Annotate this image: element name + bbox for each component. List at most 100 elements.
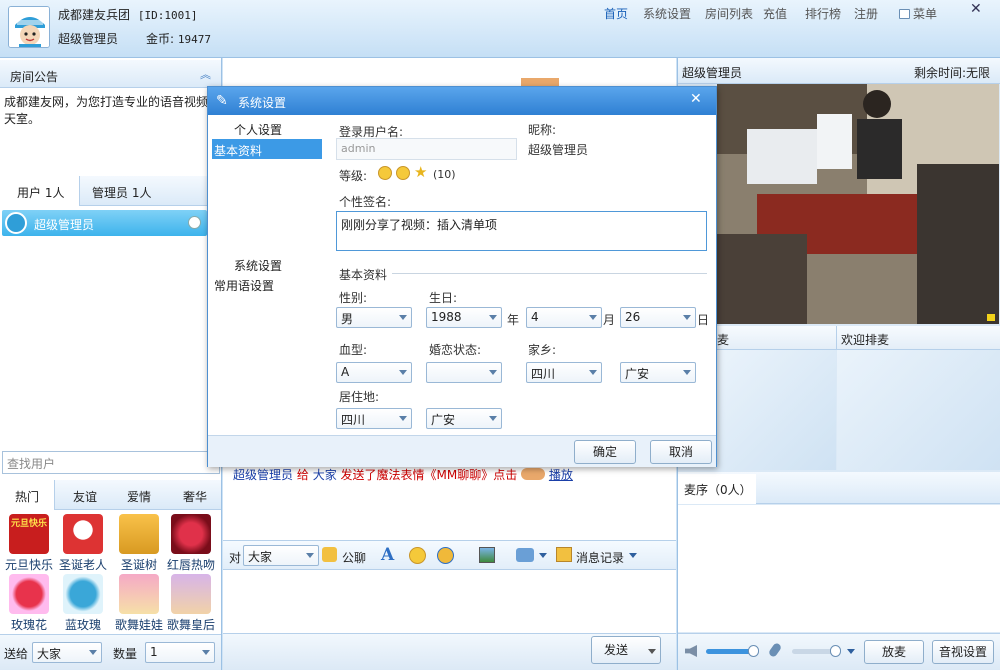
residence-province-select[interactable]: 四川 [336, 408, 412, 429]
tab-friendship[interactable]: 友谊 [73, 488, 97, 505]
video-user-name: 超级管理员 [682, 66, 743, 80]
side-item-basic-info[interactable]: 基本资料 [212, 139, 322, 159]
nav-system-settings[interactable]: 系统设置 [643, 5, 691, 22]
signature-input[interactable]: 刚刚分享了视频：插入清单项 [336, 211, 707, 251]
blood-type-value: A [341, 365, 350, 379]
speaker-icon[interactable] [685, 645, 697, 657]
mic-volume-handle[interactable] [830, 645, 841, 657]
level-star-icon: ★ [414, 163, 428, 181]
microphone-icon[interactable] [767, 641, 783, 659]
dialog-close-icon[interactable]: ✕ [690, 91, 702, 107]
magic-emote-icon[interactable] [437, 547, 454, 564]
nav-room-list[interactable]: 房间列表 [705, 5, 753, 22]
video-frame-image [717, 84, 999, 324]
close-icon[interactable]: ✕ [970, 1, 982, 17]
nick-label: 昵称: [528, 123, 557, 137]
history-dropdown-icon[interactable] [629, 553, 637, 558]
chat-bubble-icon[interactable] [516, 548, 534, 562]
birth-month-select[interactable]: 4 [526, 307, 602, 328]
birth-month-value: 4 [531, 310, 539, 324]
hometown-province-select[interactable]: 四川 [526, 362, 602, 383]
history-label[interactable]: 消息记录 [576, 549, 624, 566]
tab-users[interactable]: 用户 1人 [0, 176, 80, 206]
chat-target-select[interactable]: 大家 [243, 545, 319, 566]
wrench-icon: ✎ [216, 93, 228, 109]
queue-list [678, 505, 1000, 632]
basic-info-heading: 基本资料 [339, 268, 388, 282]
menu-button[interactable]: 菜单 [899, 5, 937, 22]
chat-action: 发送了魔法表情《MM聊聊》点击 [340, 468, 518, 482]
side-item-phrases[interactable]: 常用语设置 [214, 277, 274, 294]
top-bar: 成都建友兵团 [ID:1001] 超级管理员 金币: 19477 首页 系统设置… [0, 0, 1000, 58]
mic-slot [717, 350, 836, 470]
birth-year-value: 1988 [431, 310, 462, 324]
marital-select[interactable] [426, 362, 502, 383]
nav-register[interactable]: 注册 [854, 5, 878, 22]
search-user-input[interactable]: 查找用户 [2, 451, 220, 474]
ok-button[interactable]: 确定 [574, 440, 636, 464]
send-button[interactable]: 发送 [591, 636, 661, 664]
tab-love[interactable]: 爱情 [127, 488, 151, 505]
gift-santa-pic [63, 514, 103, 554]
message-input[interactable] [223, 571, 676, 633]
send-options-icon[interactable] [648, 649, 656, 654]
cancel-button[interactable]: 取消 [650, 440, 712, 464]
chevron-down-icon[interactable] [539, 553, 547, 558]
chat-from[interactable]: 超级管理员 [233, 468, 293, 482]
leave-mic-button[interactable]: 放麦 [864, 640, 924, 664]
tab-queue[interactable]: 麦序（0人） [678, 474, 756, 504]
image-icon[interactable] [479, 547, 495, 563]
dialog-title: 系统设置 [238, 96, 287, 110]
gift-dancing-queen[interactable]: 歌舞皇后 [166, 574, 216, 633]
gift-blue-rose[interactable]: 蓝玫瑰 [58, 574, 108, 633]
tab-users-label: 用户 1人 [17, 186, 65, 200]
qty-label: 数量 [113, 647, 138, 661]
gift-label: 圣诞老人 [58, 558, 107, 572]
public-chat-icon[interactable] [322, 547, 337, 562]
tab-hot[interactable]: 热门 [0, 480, 55, 510]
history-icon[interactable] [556, 547, 572, 562]
queue-header: 麦序（0人） [678, 472, 1000, 504]
gift-dancing-doll[interactable]: 歌舞娃娃 [114, 574, 164, 633]
gender-label: 性别: [339, 291, 368, 305]
user-title: 超级管理员 [58, 32, 119, 46]
blood-type-select[interactable]: A [336, 362, 412, 383]
notice-title: 房间公告 [10, 70, 59, 84]
gift-xmas-tree[interactable]: 圣诞树 [114, 514, 164, 573]
hometown-province-value: 四川 [531, 367, 556, 381]
mic-options-icon[interactable] [847, 649, 855, 654]
dialog-footer: 确定 取消 [208, 435, 716, 467]
gift-label: 玫瑰花 [10, 618, 47, 632]
qty-select[interactable]: 1 [145, 642, 215, 663]
emoji-icon[interactable] [409, 547, 426, 564]
coins-label: 金币: [146, 32, 175, 46]
send-to-select[interactable]: 大家 [32, 642, 102, 663]
tab-admins[interactable]: 管理员 1人 [92, 184, 151, 201]
gift-label: 元旦快乐 [4, 558, 53, 572]
gender-select[interactable]: 男 [336, 307, 412, 328]
birth-year-select[interactable]: 1988 [426, 307, 502, 328]
tab-luxury[interactable]: 奢华 [183, 488, 207, 505]
mic-status-icon [188, 216, 201, 229]
chat-to[interactable]: 大家 [313, 468, 337, 482]
nav-leaderboard[interactable]: 排行榜 [805, 5, 841, 22]
nav-recharge[interactable]: 充值 [763, 5, 787, 22]
gift-blue-rose-pic [63, 574, 103, 614]
gift-red-lips[interactable]: 红唇热吻 [166, 514, 216, 573]
public-chat-label[interactable]: 公聊 [342, 549, 366, 566]
residence-city-select[interactable]: 广安 [426, 408, 502, 429]
speaker-volume-handle[interactable] [748, 645, 759, 657]
play-link[interactable]: 播放 [549, 468, 573, 482]
font-icon[interactable]: A [381, 545, 394, 565]
collapse-icon[interactable]: ︽ [200, 66, 211, 82]
gift-rose[interactable]: 玫瑰花 [4, 574, 54, 633]
birth-day-select[interactable]: 26 [620, 307, 696, 328]
gift-new-year[interactable]: 元旦快乐 元旦快乐 [4, 514, 54, 573]
nav-home[interactable]: 首页 [604, 5, 628, 22]
user-row[interactable]: 超级管理员 [2, 210, 207, 236]
gift-santa[interactable]: 圣诞老人 [58, 514, 108, 573]
av-settings-button[interactable]: 音视设置 [932, 640, 994, 664]
hometown-city-select[interactable]: 广安 [620, 362, 696, 383]
dialog-sidebar: 个人设置 基本资料 系统设置 常用语设置 [208, 115, 323, 435]
to-label: 对 [229, 551, 242, 565]
